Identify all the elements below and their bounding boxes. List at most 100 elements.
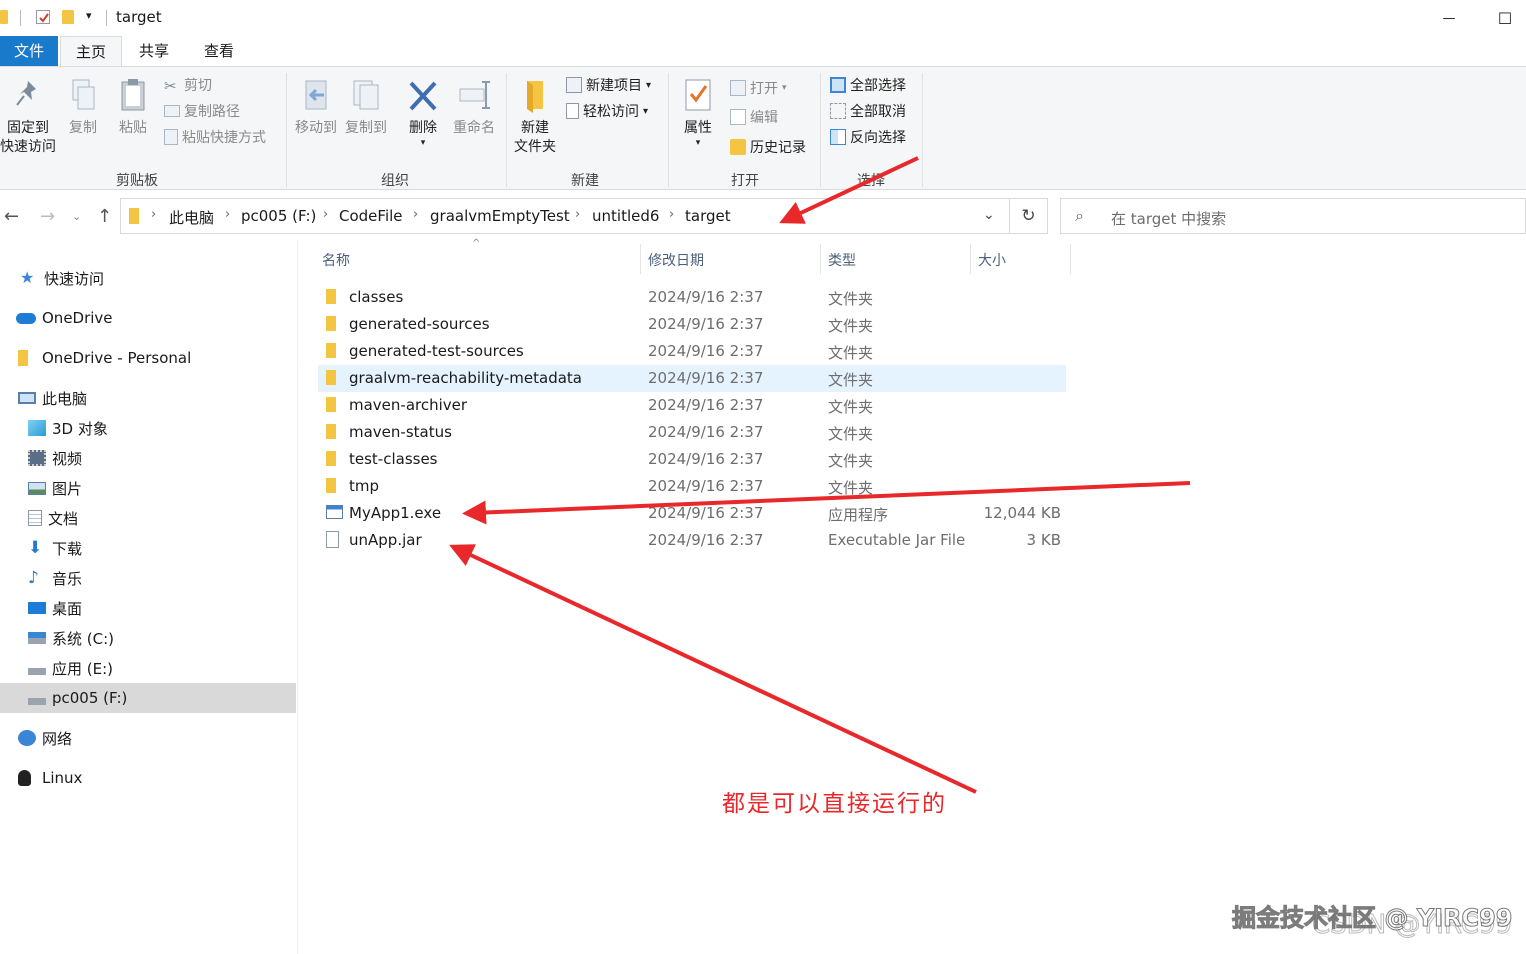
column-header-name[interactable]: 名称: [322, 250, 350, 270]
breadcrumb-graalvmemptytest[interactable]: graalvmEmptyTest: [430, 207, 570, 225]
properties-button[interactable]: 属性 ▾: [676, 77, 720, 159]
breadcrumb-untitled6[interactable]: untitled6: [592, 207, 659, 225]
breadcrumb-codefile[interactable]: CodeFile: [339, 207, 403, 225]
chevron-down-icon[interactable]: ⌄: [72, 210, 81, 223]
nav-item-music[interactable]: ♪ 音乐: [0, 563, 296, 593]
nav-item-label: 系统 (C:): [52, 629, 114, 648]
annotation-note: 都是可以直接运行的: [722, 791, 947, 817]
nav-item-3d-objects[interactable]: 3D 对象: [0, 413, 296, 443]
chevron-down-icon: ▾: [643, 105, 649, 117]
chevron-right-icon[interactable]: ›: [151, 207, 156, 222]
breadcrumb-this-pc[interactable]: 此电脑: [169, 207, 214, 228]
column-header-type[interactable]: 类型: [828, 250, 856, 270]
nav-item-onedrive-personal[interactable]: OneDrive - Personal: [0, 343, 296, 373]
tab-view[interactable]: 查看: [188, 36, 250, 66]
paste-shortcut-button[interactable]: 粘贴快捷方式: [164, 127, 266, 147]
invert-selection-button[interactable]: 反向选择: [830, 127, 906, 147]
select-all-label: 全部选择: [850, 78, 906, 94]
edit-button[interactable]: 编辑: [730, 107, 778, 127]
copy-path-button[interactable]: 复制路径: [164, 101, 240, 121]
chevron-right-icon[interactable]: ›: [323, 207, 328, 222]
file-row[interactable]: classes 2024/9/16 2:37 文件夹: [318, 284, 1066, 311]
copy-path-label: 复制路径: [184, 104, 240, 120]
file-type: 文件夹: [828, 317, 874, 335]
column-header-modified[interactable]: 修改日期: [648, 250, 704, 270]
ribbon: 固定到 快速访问 复制 粘贴 ✂ 剪切 复制路径 粘贴快捷方式 剪贴板 移动到: [0, 66, 1526, 190]
breadcrumb-target[interactable]: target: [685, 207, 731, 225]
new-item-button[interactable]: 新建项目 ▾: [566, 75, 651, 95]
file-row[interactable]: generated-test-sources 2024/9/16 2:37 文件…: [318, 338, 1066, 365]
nav-item-onedrive[interactable]: OneDrive: [0, 303, 296, 333]
cut-button[interactable]: ✂ 剪切: [164, 75, 212, 95]
delete-label: 删除: [409, 120, 437, 136]
divider: [820, 244, 821, 274]
chevron-right-icon[interactable]: ›: [669, 207, 674, 222]
paste-button[interactable]: 粘贴: [112, 77, 154, 138]
nav-item-downloads[interactable]: ⬇ 下载: [0, 533, 296, 563]
move-to-icon: [300, 77, 332, 119]
file-row[interactable]: unApp.jar 2024/9/16 2:37 Executable Jar …: [318, 527, 1066, 554]
easy-access-button[interactable]: 轻松访问 ▾: [566, 101, 648, 121]
file-row[interactable]: graalvm-reachability-metadata 2024/9/16 …: [318, 365, 1066, 392]
navigation-pane: ★ 快速访问 OneDrive OneDrive - Personal 此电脑 …: [0, 240, 298, 954]
application-icon: [326, 505, 343, 519]
nav-item-network[interactable]: 网络: [0, 723, 296, 753]
address-bar[interactable]: › 此电脑 › pc005 (F:) › CodeFile › graalvmE…: [120, 198, 1010, 234]
maximize-button[interactable]: ☐: [1482, 0, 1526, 36]
file-row[interactable]: maven-archiver 2024/9/16 2:37 文件夹: [318, 392, 1066, 419]
nav-item-quick-access[interactable]: ★ 快速访问: [0, 263, 296, 293]
open-button[interactable]: 打开 ▾: [730, 78, 787, 98]
select-all-button[interactable]: 全部选择: [830, 75, 906, 95]
history-icon: [730, 139, 746, 155]
folder-icon: [326, 370, 336, 385]
up-arrow-icon[interactable]: ↑: [97, 206, 112, 227]
pin-label-1: 固定到: [7, 120, 49, 136]
rename-button[interactable]: 重命名: [450, 77, 498, 138]
tab-home[interactable]: 主页: [60, 36, 122, 66]
file-row[interactable]: test-classes 2024/9/16 2:37 文件夹: [318, 446, 1066, 473]
file-row[interactable]: MyApp1.exe 2024/9/16 2:37 应用程序 12,044 KB: [318, 500, 1066, 527]
nav-item-videos[interactable]: 视频: [0, 443, 296, 473]
move-to-button[interactable]: 移动到: [290, 77, 342, 138]
refresh-icon[interactable]: ↻: [1010, 198, 1048, 234]
file-row[interactable]: generated-sources 2024/9/16 2:37 文件夹: [318, 311, 1066, 338]
nav-item-label: 快速访问: [44, 269, 105, 288]
tab-file[interactable]: 文件: [0, 36, 58, 66]
file-modified: 2024/9/16 2:37: [648, 504, 764, 522]
chevron-down-icon: ▾: [782, 83, 787, 93]
nav-item-drive-f[interactable]: pc005 (F:): [0, 683, 296, 713]
divider: [668, 73, 669, 187]
copy-to-button[interactable]: 复制到: [340, 77, 392, 138]
chevron-right-icon[interactable]: ›: [225, 207, 230, 222]
nav-item-drive-c[interactable]: 系统 (C:): [0, 623, 296, 653]
breadcrumb-drive[interactable]: pc005 (F:): [241, 207, 316, 225]
file-row[interactable]: maven-status 2024/9/16 2:37 文件夹: [318, 419, 1066, 446]
chevron-down-icon[interactable]: ⌄: [983, 207, 995, 223]
nav-item-desktop[interactable]: 桌面: [0, 593, 296, 623]
copy-button[interactable]: 复制: [62, 77, 104, 138]
nav-item-this-pc[interactable]: 此电脑: [0, 383, 296, 413]
delete-button[interactable]: 删除 ▾: [402, 77, 444, 159]
pin-quick-access-button[interactable]: 固定到 快速访问: [0, 77, 56, 157]
file-row[interactable]: tmp 2024/9/16 2:37 文件夹: [318, 473, 1066, 500]
new-folder-quick-icon[interactable]: [62, 10, 74, 24]
search-input[interactable]: ⌕ 在 target 中搜索: [1060, 198, 1526, 234]
column-header-size[interactable]: 大小: [978, 250, 1006, 270]
nav-item-linux[interactable]: Linux: [0, 763, 296, 793]
chevron-right-icon[interactable]: ›: [413, 207, 418, 222]
new-folder-button[interactable]: 新建 文件夹: [510, 77, 560, 157]
back-arrow-icon[interactable]: ←: [4, 206, 19, 227]
nav-item-documents[interactable]: 文档: [0, 503, 296, 533]
chevron-down-icon[interactable]: ▾: [86, 9, 92, 22]
forward-arrow-icon[interactable]: →: [40, 206, 55, 227]
minimize-button[interactable]: —: [1426, 0, 1472, 36]
properties-quick-icon[interactable]: [36, 10, 50, 24]
nav-item-pictures[interactable]: 图片: [0, 473, 296, 503]
nav-item-drive-e[interactable]: 应用 (E:): [0, 653, 296, 683]
folder-icon: [326, 478, 336, 493]
history-button[interactable]: 历史记录: [730, 137, 806, 157]
tab-share[interactable]: 共享: [124, 36, 184, 66]
chevron-right-icon[interactable]: ›: [575, 207, 580, 222]
file-name: classes: [349, 288, 404, 306]
select-none-button[interactable]: 全部取消: [830, 101, 906, 121]
